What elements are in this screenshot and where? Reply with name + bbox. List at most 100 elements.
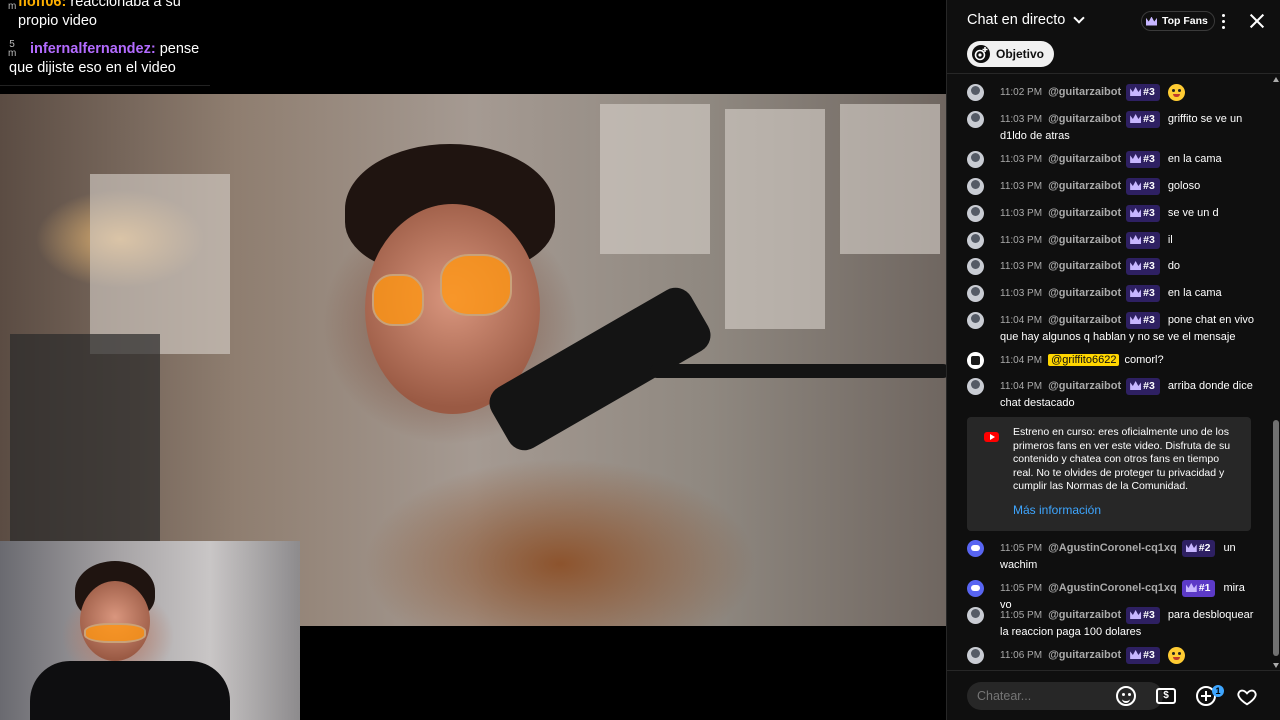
chat-message[interactable]: 11:02 PM @guitarzaibot #3	[967, 84, 1257, 101]
overlay-time: m	[8, 1, 17, 12]
message-author[interactable]: @AgustinCoronel-cq1xq	[1048, 582, 1177, 594]
wall-poster	[600, 104, 710, 254]
chat-message[interactable]: 11:03 PM @guitarzaibot #3 do	[967, 258, 1257, 275]
chat-message[interactable]: 11:03 PM @guitarzaibot #3 se ve un d	[967, 205, 1257, 222]
message-author[interactable]: @guitarzaibot	[1048, 180, 1121, 192]
fan-rank-text: #3	[1143, 180, 1155, 192]
avatar[interactable]	[967, 607, 984, 624]
crown-icon	[1146, 16, 1157, 26]
avatar[interactable]	[967, 232, 984, 249]
wall-poster	[90, 174, 230, 354]
fan-rank-text: #2	[1198, 542, 1211, 554]
heart-icon[interactable]	[1236, 686, 1258, 708]
message-body: 11:03 PM @guitarzaibot #3 goloso	[1000, 178, 1257, 195]
avatar[interactable]	[967, 285, 984, 302]
avatar[interactable]	[967, 84, 984, 101]
avatar[interactable]	[967, 378, 984, 395]
message-timestamp: 11:05 PM	[1000, 583, 1043, 594]
target-plus-icon	[972, 45, 990, 63]
fan-rank-text: #3	[1143, 314, 1155, 326]
message-timestamp: 11:04 PM	[1000, 355, 1043, 366]
youtube-icon	[984, 432, 999, 442]
message-author[interactable]: @guitarzaibot	[1048, 609, 1121, 621]
avatar[interactable]	[967, 151, 984, 168]
stream-area: m floff06: reaccionaba a su propio video…	[0, 0, 946, 720]
fan-rank-badge: #3	[1126, 178, 1160, 195]
message-text: il	[1167, 234, 1173, 246]
chat-message[interactable]: 11:04 PM @griffito6622 comorl?	[967, 352, 1257, 369]
fan-rank-badge: #3	[1126, 312, 1160, 329]
avatar[interactable]	[967, 312, 984, 329]
avatar[interactable]	[967, 352, 984, 369]
chat-message[interactable]: 11:05 PM @guitarzaibot #3 para desbloquear …	[967, 607, 1257, 641]
message-timestamp: 11:02 PM	[1000, 87, 1043, 98]
message-author[interactable]: @guitarzaibot	[1048, 314, 1121, 326]
chat-message[interactable]: 11:03 PM @guitarzaibot #3 en la cama	[967, 151, 1257, 168]
fan-rank-badge: #3	[1126, 607, 1160, 624]
crown-icon	[1185, 583, 1197, 592]
message-body: 11:04 PM @guitarzaibot #3 pone chat en vivo…	[1000, 312, 1257, 346]
chat-message[interactable]: 11:03 PM @guitarzaibot #3 goloso	[967, 178, 1257, 195]
chat-message-list[interactable]: Estreno en curso: eres oficialmente uno …	[947, 75, 1280, 670]
crown-icon	[1130, 87, 1142, 96]
avatar[interactable]	[967, 580, 984, 597]
fan-rank-badge: #3	[1126, 84, 1160, 101]
avatar[interactable]	[967, 258, 984, 275]
chat-message[interactable]: 11:04 PM @guitarzaibot #3 pone chat en vivo…	[967, 312, 1257, 346]
message-body: 11:03 PM @guitarzaibot #3 do	[1000, 258, 1257, 275]
message-author[interactable]: @guitarzaibot	[1048, 287, 1121, 299]
message-author[interactable]: @guitarzaibot	[1048, 113, 1121, 125]
more-info-link[interactable]: Más información	[1013, 503, 1101, 517]
message-timestamp: 11:04 PM	[1000, 381, 1043, 392]
message-timestamp: 11:03 PM	[1000, 288, 1043, 299]
message-author[interactable]: @guitarzaibot	[1048, 86, 1121, 98]
chat-header: Chat en directo Top Fans Objetivo	[947, 0, 1280, 74]
chat-message[interactable]: 11:03 PM @guitarzaibot #3 il	[967, 232, 1257, 249]
crown-icon	[1130, 381, 1142, 390]
scroll-thumb[interactable]	[1273, 420, 1279, 656]
chat-message[interactable]: 11:03 PM @guitarzaibot #3 en la cama	[967, 285, 1257, 302]
message-author[interactable]: @AgustinCoronel-cq1xq	[1048, 542, 1177, 554]
more-options-icon[interactable]	[1215, 11, 1231, 31]
chat-message[interactable]: 11:05 PM @AgustinCoronel-cq1xq #2 un wachim	[967, 540, 1257, 574]
message-author[interactable]: @guitarzaibot	[1048, 153, 1121, 165]
super-chat-icon[interactable]: $	[1156, 688, 1176, 704]
top-fans-button[interactable]: Top Fans	[1141, 11, 1215, 31]
chat-message[interactable]: 11:06 PM @guitarzaibot #3	[967, 647, 1257, 664]
message-author[interactable]: @guitarzaibot	[1048, 234, 1121, 246]
avatar[interactable]	[967, 540, 984, 557]
fan-rank-text: #3	[1143, 260, 1155, 272]
fan-rank-badge: #3	[1126, 205, 1160, 222]
emoji-icon[interactable]	[1116, 686, 1136, 706]
avatar[interactable]	[967, 647, 984, 664]
scroll-down-arrow[interactable]	[1273, 663, 1279, 668]
message-body: 11:03 PM @guitarzaibot #3 griffito se ve un…	[1000, 111, 1257, 145]
message-author[interactable]: @guitarzaibot	[1048, 380, 1121, 392]
message-author[interactable]: @guitarzaibot	[1048, 207, 1121, 219]
chat-message[interactable]: 11:03 PM @guitarzaibot #3 griffito se ve un…	[967, 111, 1257, 145]
fan-rank-text: #3	[1143, 609, 1155, 621]
chat-mode-dropdown[interactable]: Chat en directo	[967, 12, 1086, 28]
message-author[interactable]: @guitarzaibot	[1048, 260, 1121, 272]
message-body: 11:03 PM @guitarzaibot #3 il	[1000, 232, 1257, 249]
wall-poster	[725, 109, 825, 329]
goal-label: Objetivo	[996, 47, 1045, 61]
goal-button[interactable]: Objetivo	[967, 41, 1055, 67]
message-author[interactable]: @guitarzaibot	[1048, 649, 1121, 661]
tongue-emoji-icon	[1167, 84, 1185, 101]
avatar[interactable]	[967, 178, 984, 195]
notification-badge: 1	[1212, 685, 1224, 697]
crown-icon	[1130, 650, 1142, 659]
avatar[interactable]	[967, 205, 984, 222]
crown-icon	[1130, 288, 1142, 297]
message-timestamp: 11:06 PM	[1000, 650, 1043, 661]
scroll-up-arrow[interactable]	[1273, 77, 1279, 82]
message-author[interactable]: @griffito6622	[1048, 354, 1120, 366]
pip-video[interactable]	[0, 541, 300, 720]
message-timestamp: 11:03 PM	[1000, 261, 1043, 272]
chat-scrollbar[interactable]	[1272, 77, 1280, 670]
chat-message[interactable]: 11:04 PM @guitarzaibot #3 arriba donde dice…	[967, 378, 1257, 412]
chat-input[interactable]	[967, 682, 1117, 710]
avatar[interactable]	[967, 111, 984, 128]
close-icon[interactable]	[1247, 11, 1267, 31]
